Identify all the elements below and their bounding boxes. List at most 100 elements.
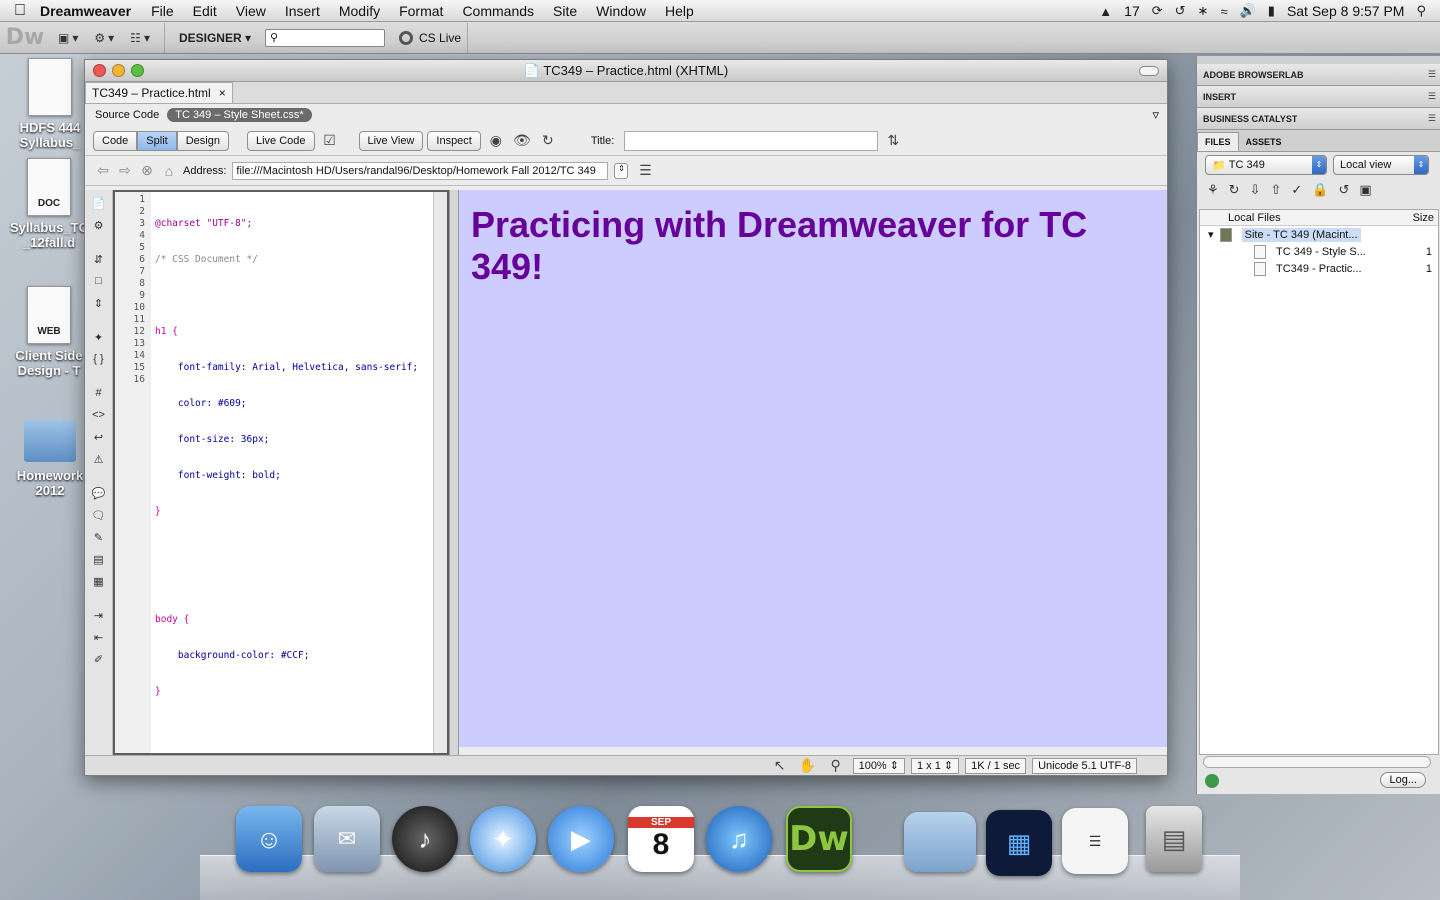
check-out-icon[interactable]: ✓ xyxy=(1291,182,1302,198)
time-machine-icon[interactable]: ↺ xyxy=(1175,3,1186,19)
page-heading[interactable]: Practicing with Dreamweaver for TC 349! xyxy=(471,204,1155,288)
disclosure-triangle-icon[interactable]: ▾ xyxy=(1208,228,1220,241)
collapse-selection-icon[interactable]: □ xyxy=(90,272,108,290)
put-files-icon[interactable]: ⇧ xyxy=(1270,182,1281,198)
window-title-bar[interactable]: 📄 TC349 – Practice.html (XHTML) xyxy=(85,60,1167,82)
apple-menu-icon[interactable]:  xyxy=(0,2,40,20)
menu-edit[interactable]: Edit xyxy=(193,3,217,19)
inspect-button[interactable]: Inspect xyxy=(427,130,481,151)
validate-markup-icon[interactable]: ☑ xyxy=(319,132,341,149)
column-size[interactable]: Size xyxy=(1413,212,1434,224)
desktop-file-hdfs[interactable]: HDFS 444 Syllabus_ xyxy=(10,58,90,150)
live-code-button[interactable]: Live Code xyxy=(246,130,315,151)
volume-icon[interactable]: 🔊 xyxy=(1240,3,1256,19)
desktop-folder-homework[interactable]: Homework 2012 xyxy=(10,420,90,498)
menu-file[interactable]: File xyxy=(151,3,174,19)
address-history-stepper[interactable]: ⇕ xyxy=(614,162,629,179)
help-search-input[interactable]: ⚲ xyxy=(265,28,386,47)
tree-row-file[interactable]: TC 349 - Style S... 1 xyxy=(1200,243,1438,260)
expand-panel-icon[interactable]: ▣ xyxy=(1359,182,1371,198)
menu-modify[interactable]: Modify xyxy=(339,3,380,19)
remove-comment-icon[interactable]: 🗨 xyxy=(90,506,108,524)
hand-tool-icon[interactable]: ✋ xyxy=(797,757,819,774)
refresh-icon[interactable]: ↻ xyxy=(537,132,559,149)
apply-comment-icon[interactable]: 💬 xyxy=(90,484,108,502)
wrap-tag-icon[interactable]: ✎ xyxy=(90,528,108,546)
panel-browserlab[interactable]: ADOBE BROWSERLAB ☰ xyxy=(1197,64,1440,86)
zoom-window-button[interactable] xyxy=(131,64,144,77)
dock-dashboard-icon[interactable]: ♪ xyxy=(392,806,458,872)
dock-documents-folder-icon[interactable] xyxy=(904,812,976,872)
tree-row-site-root[interactable]: ▾ Site - TC 349 (Macint... xyxy=(1200,226,1438,243)
files-horizontal-scrollbar[interactable] xyxy=(1203,756,1431,768)
panel-business-catalyst[interactable]: BUSINESS CATALYST ☰ xyxy=(1197,108,1440,130)
outdent-code-icon[interactable]: ⇤ xyxy=(90,628,108,646)
code-scrollbar[interactable] xyxy=(433,192,447,753)
dock-finder-icon[interactable]: ☺ xyxy=(236,806,302,872)
design-view-button[interactable]: Design xyxy=(176,130,229,151)
toolbar-toggle-button[interactable] xyxy=(1139,66,1159,76)
word-wrap-icon[interactable]: ↩ xyxy=(90,428,108,446)
dock-mail-icon[interactable]: ✉ xyxy=(314,806,380,872)
open-documents-icon[interactable]: 📄 xyxy=(90,194,108,212)
code-view-button[interactable]: Code xyxy=(93,130,138,151)
show-code-navigator-icon[interactable]: ⚙ xyxy=(90,216,108,234)
sync-icon[interactable]: ⟳ xyxy=(1152,3,1163,19)
panel-menu-icon[interactable]: ☰ xyxy=(1428,91,1436,102)
cs-live-button[interactable]: CS Live xyxy=(399,30,461,45)
design-view-pane[interactable]: Practicing with Dreamweaver for TC 349! xyxy=(459,190,1167,747)
dock-trash-icon[interactable]: ▤ xyxy=(1146,806,1202,872)
tab-practice-html[interactable]: TC349 – Practice.html × xyxy=(85,82,233,103)
related-file-style-sheet[interactable]: TC 349 – Style Sheet.css* xyxy=(167,108,312,122)
syntax-error-alerts-icon[interactable]: ⚠ xyxy=(90,450,108,468)
menu-help[interactable]: Help xyxy=(665,3,694,19)
split-view-button[interactable]: Split xyxy=(137,130,177,151)
file-management-icon[interactable]: ⇅ xyxy=(882,132,904,149)
battery-icon[interactable]: ▮ xyxy=(1268,3,1275,19)
dock-downloads-icon[interactable]: ☰ xyxy=(1062,808,1128,874)
dock-ichat-icon[interactable]: ▶ xyxy=(548,806,614,872)
menu-window[interactable]: Window xyxy=(596,3,646,19)
synchronize-icon[interactable]: ↺ xyxy=(1338,182,1349,198)
preview-in-browser-icon[interactable]: ◉ xyxy=(485,132,507,149)
panel-insert[interactable]: INSERT ☰ xyxy=(1197,86,1440,108)
view-select[interactable]: Local view ⇕ xyxy=(1333,155,1429,175)
wifi-icon[interactable]: ≈ xyxy=(1220,4,1227,19)
panel-menu-icon[interactable]: ☰ xyxy=(1428,113,1436,124)
workspace-switcher[interactable]: DESIGNER ▾ xyxy=(179,31,251,45)
stop-icon[interactable]: ⊗ xyxy=(139,162,155,179)
adobe-updater-icon[interactable]: ▲ xyxy=(1099,4,1112,19)
spotlight-search-icon[interactable]: ⚲ xyxy=(1416,3,1426,19)
split-divider-handle[interactable] xyxy=(449,190,459,757)
files-tree[interactable]: Local Files Size ▾ Site - TC 349 (Macint… xyxy=(1199,209,1439,755)
balance-braces-icon[interactable]: { } xyxy=(90,350,108,368)
site-select[interactable]: 📁 TC 349 ⇕ xyxy=(1205,155,1327,175)
line-numbers-icon[interactable]: # xyxy=(90,384,108,402)
source-code-button[interactable]: Source Code xyxy=(95,109,159,121)
code-editor[interactable]: @charset "UTF-8"; /* CSS Document */ h1 … xyxy=(151,192,433,753)
forward-arrow-icon[interactable]: ⇨ xyxy=(117,162,133,179)
live-view-button[interactable]: Live View xyxy=(358,130,424,151)
get-files-icon[interactable]: ⇩ xyxy=(1250,182,1261,198)
select-parent-tag-icon[interactable]: ✦ xyxy=(90,328,108,346)
log-button[interactable]: Log... xyxy=(1380,772,1426,788)
app-menu[interactable]: Dreamweaver xyxy=(40,3,131,19)
collapse-tag-icon[interactable]: ⇵ xyxy=(90,250,108,268)
close-window-button[interactable] xyxy=(93,64,106,77)
desktop-file-client-side[interactable]: WEB Client Side Design - T xyxy=(8,286,90,378)
dock-safari-icon[interactable]: ✦ xyxy=(470,806,536,872)
desktop-file-syllabus[interactable]: DOC Syllabus_TC _12fall.d xyxy=(8,158,90,250)
expand-all-icon[interactable]: ⇕ xyxy=(90,294,108,312)
zoom-tool-icon[interactable]: ⚲ xyxy=(825,757,847,774)
tab-files[interactable]: FILES xyxy=(1197,132,1239,151)
zoom-select[interactable]: 100% ⇕ xyxy=(852,757,905,774)
panel-dock-handle[interactable] xyxy=(1197,56,1440,64)
tab-assets[interactable]: ASSETS xyxy=(1239,133,1289,151)
visual-aids-icon[interactable]: 👁 xyxy=(511,132,533,149)
title-input[interactable] xyxy=(624,130,879,151)
check-in-icon[interactable]: 🔒 xyxy=(1312,182,1328,198)
menu-format[interactable]: Format xyxy=(399,3,443,19)
window-size-select[interactable]: 1 x 1 ⇕ xyxy=(911,757,960,774)
column-local-files[interactable]: Local Files xyxy=(1228,212,1281,224)
select-tool-icon[interactable]: ↖ xyxy=(769,757,791,774)
